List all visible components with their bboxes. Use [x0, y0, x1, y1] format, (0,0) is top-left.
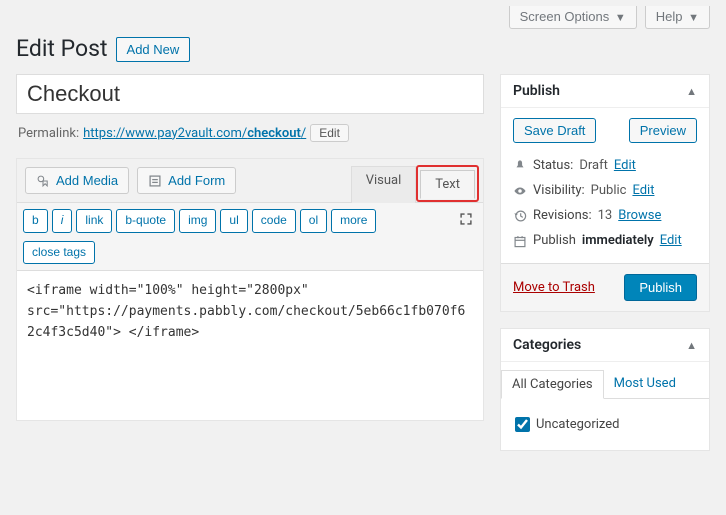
label: Help: [656, 9, 683, 24]
publish-box: Publish ▲ Save Draft Preview Status: Dra…: [500, 74, 710, 312]
add-media-button[interactable]: Add Media: [25, 167, 129, 194]
calendar-icon: [513, 234, 527, 248]
publish-toggle[interactable]: Publish ▲: [501, 75, 709, 108]
status-value: Draft: [579, 158, 608, 173]
screen-options-button[interactable]: Screen Options ▼: [509, 6, 637, 29]
chevron-down-icon: ▼: [688, 12, 699, 24]
add-new-button[interactable]: Add New: [116, 37, 191, 62]
qt-code[interactable]: code: [252, 209, 296, 233]
revisions-icon: [513, 209, 527, 223]
qt-close-tags[interactable]: close tags: [23, 241, 95, 265]
schedule-value: immediately: [582, 233, 654, 248]
tab-text[interactable]: Text: [420, 170, 475, 199]
tab-all-categories[interactable]: All Categories: [501, 370, 604, 399]
publish-button[interactable]: Publish: [624, 274, 697, 301]
qt-italic[interactable]: i: [52, 209, 73, 233]
qt-link[interactable]: link: [76, 209, 112, 233]
qt-img[interactable]: img: [179, 209, 216, 233]
browse-revisions-link[interactable]: Browse: [618, 208, 661, 223]
chevron-down-icon: ▼: [615, 12, 626, 24]
move-to-trash-link[interactable]: Move to Trash: [513, 280, 595, 295]
quicktags-toolbar: b i link b-quote img ul code ol more clo…: [17, 203, 483, 271]
edit-schedule-link[interactable]: Edit: [660, 233, 682, 248]
categories-box: Categories ▲ All Categories Most Used Un…: [500, 328, 710, 451]
categories-toggle[interactable]: Categories ▲: [501, 329, 709, 362]
qt-bquote[interactable]: b-quote: [116, 209, 175, 233]
publish-title: Publish: [513, 83, 560, 99]
fullscreen-icon[interactable]: [455, 210, 477, 232]
label: Screen Options: [520, 9, 610, 24]
edit-visibility-link[interactable]: Edit: [632, 183, 654, 198]
visibility-value: Public: [591, 183, 627, 198]
eye-icon: [513, 184, 527, 198]
category-item[interactable]: Uncategorized: [515, 413, 695, 436]
chevron-up-icon: ▲: [686, 339, 697, 352]
save-draft-button[interactable]: Save Draft: [513, 118, 596, 143]
category-checkbox[interactable]: [515, 417, 530, 432]
status-label: Status:: [533, 158, 573, 173]
content-textarea[interactable]: [17, 271, 483, 416]
tab-visual[interactable]: Visual: [351, 166, 417, 203]
categories-title: Categories: [513, 337, 581, 353]
permalink-link[interactable]: https://www.pay2vault.com/checkout/: [83, 126, 306, 141]
revisions-count: 13: [598, 208, 613, 223]
form-icon: [148, 174, 162, 188]
camera-icon: [36, 174, 50, 188]
category-label: Uncategorized: [536, 417, 619, 432]
editor-container: Add Media Add Form Visual Text b i: [16, 158, 484, 421]
help-button[interactable]: Help ▼: [645, 6, 710, 29]
label: Add Media: [56, 173, 118, 188]
qt-ul[interactable]: ul: [220, 209, 247, 233]
visibility-label: Visibility:: [533, 183, 585, 198]
highlight-annotation: Text: [416, 165, 479, 202]
qt-more[interactable]: more: [331, 209, 376, 233]
qt-ol[interactable]: ol: [300, 209, 327, 233]
chevron-up-icon: ▲: [686, 85, 697, 98]
revisions-label: Revisions:: [533, 208, 592, 223]
edit-permalink-button[interactable]: Edit: [310, 124, 349, 142]
page-title: Edit Post: [16, 35, 108, 62]
edit-status-link[interactable]: Edit: [614, 158, 636, 173]
label: Add Form: [168, 173, 225, 188]
schedule-label: Publish: [533, 233, 576, 248]
permalink-label: Permalink:: [18, 126, 79, 141]
add-form-button[interactable]: Add Form: [137, 167, 236, 194]
post-title-input[interactable]: [16, 74, 484, 114]
pin-icon: [513, 159, 527, 173]
tab-most-used[interactable]: Most Used: [604, 370, 686, 398]
preview-button[interactable]: Preview: [629, 118, 697, 143]
qt-bold[interactable]: b: [23, 209, 48, 233]
